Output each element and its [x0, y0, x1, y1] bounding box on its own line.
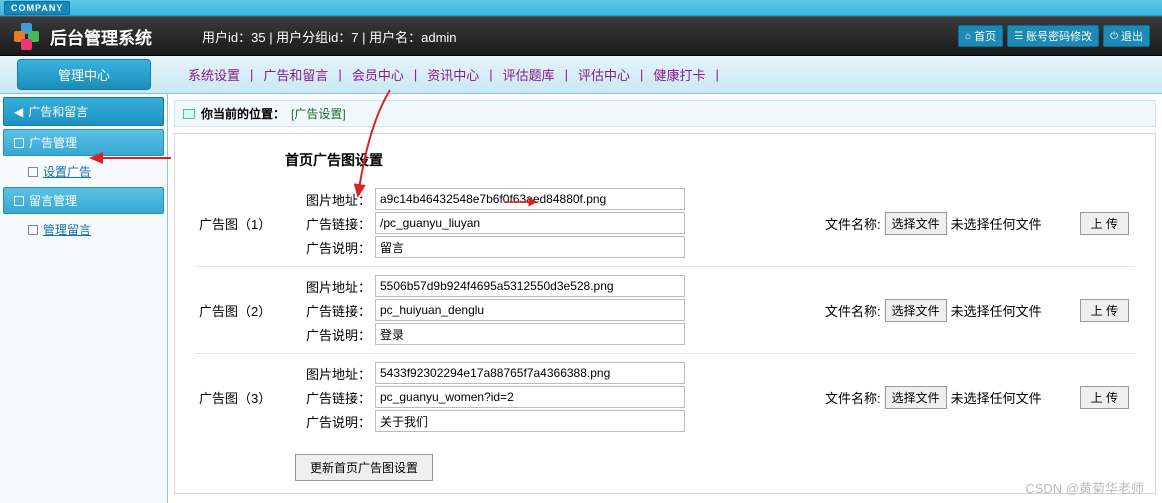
power-icon: ⏻ [1110, 31, 1118, 42]
file-name-label: 文件名称: [825, 214, 881, 233]
header-actions: ⌂首页 ☰账号密码修改 ⏻退出 [958, 25, 1150, 47]
ad-row-label: 广告图（2） [195, 301, 295, 320]
upload-button[interactable]: 上 传 [1080, 386, 1129, 409]
home-button[interactable]: ⌂首页 [958, 25, 1003, 47]
sidebar-group-title[interactable]: 留言管理 [3, 187, 164, 214]
img-url-input[interactable] [375, 188, 685, 210]
sidebar-group-title[interactable]: 广告管理 [3, 129, 164, 156]
sidebar-block-title[interactable]: ◀ 广告和留言 [3, 97, 164, 126]
ad-row-label: 广告图（1） [195, 214, 295, 233]
breadcrumb-current: [广告设置] [291, 105, 346, 122]
chevron-left-icon: ◀ [14, 105, 23, 119]
breadcrumb-icon [183, 109, 195, 119]
nav-item[interactable]: 资讯中心 [417, 65, 489, 84]
square-icon [28, 167, 38, 177]
nav-item[interactable]: 系统设置 [178, 65, 250, 84]
breadcrumb: 你当前的位置： [广告设置] [174, 100, 1156, 127]
logo-icon [14, 23, 40, 49]
home-icon: ⌂ [965, 31, 971, 42]
nav-item[interactable]: 健康打卡 [643, 65, 715, 84]
app-title: 后台管理系统 [50, 24, 152, 49]
ad-link-input[interactable] [375, 299, 685, 321]
no-file-text: 未选择任何文件 [951, 301, 1042, 320]
square-icon [28, 225, 38, 235]
no-file-text: 未选择任何文件 [951, 214, 1042, 233]
nav-item[interactable]: 会员中心 [342, 65, 414, 84]
logout-button[interactable]: ⏻退出 [1103, 25, 1150, 47]
sidebar-item[interactable]: 设置广告 [4, 158, 163, 185]
upload-button[interactable]: 上 传 [1080, 299, 1129, 322]
submit-button[interactable]: 更新首页广告图设置 [295, 454, 433, 481]
choose-file-button[interactable]: 选择文件 [885, 386, 947, 409]
header: 后台管理系统 用户id：35 | 用户分组id：7 | 用户名：admin ⌂首… [0, 16, 1162, 56]
ad-row-label: 广告图（3） [195, 388, 295, 407]
nav-left: 管理中心 [0, 56, 168, 93]
nav-item[interactable]: 广告和留言 [253, 65, 338, 84]
list-icon: ☰ [1014, 31, 1023, 42]
company-tag: COMPANY [4, 1, 70, 15]
page-title: 首页广告图设置 [285, 150, 1135, 170]
user-info: 用户id：35 | 用户分组id：7 | 用户名：admin [202, 27, 457, 46]
ad-row: 广告图（3）图片地址：广告链接：广告说明：文件名称:选择文件未选择任何文件上 传 [195, 354, 1135, 440]
nav-item[interactable]: 评估题库 [493, 65, 565, 84]
upload-button[interactable]: 上 传 [1080, 212, 1129, 235]
nav-item[interactable]: 评估中心 [568, 65, 640, 84]
sidebar: ◀ 广告和留言 广告管理设置广告留言管理管理留言 [0, 94, 168, 503]
password-button[interactable]: ☰账号密码修改 [1007, 25, 1099, 47]
nav-row: 管理中心 系统设置 | 广告和留言 | 会员中心 | 资讯中心 | 评估题库 |… [0, 56, 1162, 94]
ad-desc-input[interactable] [375, 410, 685, 432]
nav-links: 系统设置 | 广告和留言 | 会员中心 | 资讯中心 | 评估题库 | 评估中心… [168, 56, 1162, 93]
ad-link-input[interactable] [375, 386, 685, 408]
ad-row: 广告图（1）图片地址：广告链接：广告说明：文件名称:选择文件未选择任何文件上 传 [195, 180, 1135, 267]
top-bar: COMPANY [0, 0, 1162, 16]
file-name-label: 文件名称: [825, 388, 881, 407]
no-file-text: 未选择任何文件 [951, 388, 1042, 407]
img-url-input[interactable] [375, 362, 685, 384]
ad-desc-input[interactable] [375, 236, 685, 258]
main: 你当前的位置： [广告设置] 首页广告图设置 广告图（1）图片地址：广告链接：广… [168, 94, 1162, 503]
img-url-input[interactable] [375, 275, 685, 297]
content-panel: 首页广告图设置 广告图（1）图片地址：广告链接：广告说明：文件名称:选择文件未选… [174, 133, 1156, 494]
choose-file-button[interactable]: 选择文件 [885, 299, 947, 322]
square-icon [14, 196, 24, 206]
ad-row: 广告图（2）图片地址：广告链接：广告说明：文件名称:选择文件未选择任何文件上 传 [195, 267, 1135, 354]
square-icon [14, 138, 24, 148]
watermark: CSDN @黄菊华老师 [1025, 478, 1144, 497]
ad-link-input[interactable] [375, 212, 685, 234]
ad-desc-input[interactable] [375, 323, 685, 345]
choose-file-button[interactable]: 选择文件 [885, 212, 947, 235]
nav-left-pill[interactable]: 管理中心 [17, 59, 151, 90]
file-name-label: 文件名称: [825, 301, 881, 320]
sidebar-item[interactable]: 管理留言 [4, 216, 163, 243]
